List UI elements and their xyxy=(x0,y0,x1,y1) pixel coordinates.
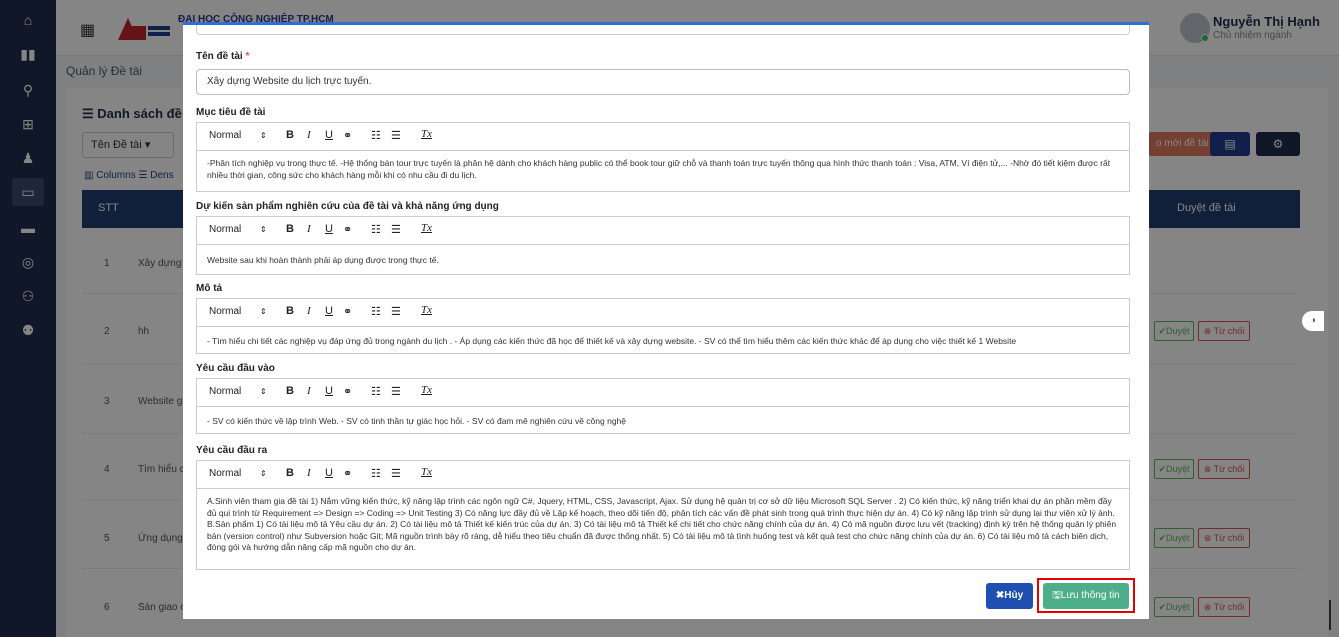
italic-button[interactable]: I xyxy=(307,385,311,397)
cancel-button[interactable]: ✖Hủy xyxy=(986,583,1033,609)
bullet-list-icon[interactable]: ☰ xyxy=(391,467,401,480)
link-icon[interactable]: ⚭ xyxy=(343,467,352,480)
bold-button[interactable]: B xyxy=(286,467,294,479)
bold-button[interactable]: B xyxy=(286,223,294,235)
clear-format-button[interactable]: Tx xyxy=(421,466,432,478)
ordered-list-icon[interactable]: ☷ xyxy=(371,129,381,142)
output-requirement-editor[interactable]: Normal ⇕ B I U ⚭ ☷ ☰ Tx A.Sinh viên tham… xyxy=(196,460,1130,570)
underline-button[interactable]: U xyxy=(325,129,333,141)
italic-button[interactable]: I xyxy=(307,467,311,479)
ordered-list-icon[interactable]: ☷ xyxy=(371,385,381,398)
field-label: Yêu cầu đầu vào xyxy=(196,363,275,374)
close-icon: ✖ xyxy=(995,590,1005,601)
scrollbar-edge xyxy=(1329,600,1331,630)
link-icon[interactable]: ⚭ xyxy=(343,385,352,398)
editor-content[interactable]: - Tìm hiểu chi tiết các nghiệp vụ đáp ứn… xyxy=(197,327,1129,353)
ordered-list-icon[interactable]: ☷ xyxy=(371,305,381,318)
underline-button[interactable]: U xyxy=(325,385,333,397)
format-select[interactable]: Normal xyxy=(209,386,241,397)
editor-toolbar: Normal ⇕ B I U ⚭ ☷ ☰ Tx xyxy=(197,379,1129,407)
format-select-arrow-icon[interactable]: ⇕ xyxy=(260,307,267,316)
bold-button[interactable]: B xyxy=(286,305,294,317)
format-select-arrow-icon[interactable]: ⇕ xyxy=(260,131,267,140)
edit-topic-modal: Tên đề tài * Xây dựng Website du lịch tr… xyxy=(183,22,1149,619)
clear-format-button[interactable]: Tx xyxy=(421,128,432,140)
save-icon: 🖫 xyxy=(1052,590,1061,601)
link-icon[interactable]: ⚭ xyxy=(343,223,352,236)
save-button[interactable]: 🖫Lưu thông tin xyxy=(1043,583,1129,609)
description-editor[interactable]: Normal ⇕ B I U ⚭ ☷ ☰ Tx - Tìm hiểu chi t… xyxy=(196,298,1130,354)
clear-format-button[interactable]: Tx xyxy=(421,384,432,396)
bold-button[interactable]: B xyxy=(286,129,294,141)
format-select-arrow-icon[interactable]: ⇕ xyxy=(260,387,267,396)
editor-toolbar: Normal ⇕ B I U ⚭ ☷ ☰ Tx xyxy=(197,299,1129,327)
format-select[interactable]: Normal xyxy=(209,468,241,479)
italic-button[interactable]: I xyxy=(307,223,311,235)
topic-title-label: Tên đề tài * xyxy=(196,51,249,62)
clear-format-button[interactable]: Tx xyxy=(421,304,432,316)
italic-button[interactable]: I xyxy=(307,129,311,141)
format-select[interactable]: Normal xyxy=(209,130,241,141)
ordered-list-icon[interactable]: ☷ xyxy=(371,223,381,236)
topic-title-label-text: Tên đề tài xyxy=(196,51,243,62)
bold-button[interactable]: B xyxy=(286,385,294,397)
field-label: Mục tiêu đề tài xyxy=(196,107,266,118)
field-label: Dự kiến sản phẩm nghiên cứu của đề tài v… xyxy=(196,201,499,212)
format-select-arrow-icon[interactable]: ⇕ xyxy=(260,225,267,234)
previous-field-input[interactable] xyxy=(196,25,1130,35)
accessibility-widget-icon[interactable]: ◑ xyxy=(1302,311,1324,331)
editor-content[interactable]: A.Sinh viên tham gia đề tài 1) Nắm vững … xyxy=(197,489,1129,560)
save-label: Lưu thông tin xyxy=(1060,590,1120,601)
underline-button[interactable]: U xyxy=(325,223,333,235)
underline-button[interactable]: U xyxy=(325,305,333,317)
bullet-list-icon[interactable]: ☰ xyxy=(391,385,401,398)
italic-button[interactable]: I xyxy=(307,305,311,317)
editor-content[interactable]: - SV có kiến thức về lập trình Web. - SV… xyxy=(197,407,1129,433)
field-label: Mô tả xyxy=(196,283,223,294)
underline-button[interactable]: U xyxy=(325,467,333,479)
format-select[interactable]: Normal xyxy=(209,224,241,235)
editor-toolbar: Normal ⇕ B I U ⚭ ☷ ☰ Tx xyxy=(197,217,1129,245)
field-label: Yêu cầu đầu ra xyxy=(196,445,268,456)
clear-format-button[interactable]: Tx xyxy=(421,222,432,234)
required-marker: * xyxy=(245,51,250,62)
cancel-label: Hủy xyxy=(1004,590,1024,601)
expected-product-editor[interactable]: Normal ⇕ B I U ⚭ ☷ ☰ Tx Website sau khi … xyxy=(196,216,1130,275)
link-icon[interactable]: ⚭ xyxy=(343,305,352,318)
editor-toolbar: Normal ⇕ B I U ⚭ ☷ ☰ Tx xyxy=(197,461,1129,489)
editor-content[interactable]: Website sau khi hoàn thành phải áp dụng … xyxy=(197,245,1129,272)
link-icon[interactable]: ⚭ xyxy=(343,129,352,142)
bullet-list-icon[interactable]: ☰ xyxy=(391,305,401,318)
ordered-list-icon[interactable]: ☷ xyxy=(371,467,381,480)
bullet-list-icon[interactable]: ☰ xyxy=(391,129,401,142)
objective-editor[interactable]: Normal ⇕ B I U ⚭ ☷ ☰ Tx -Phân tích nghiệ… xyxy=(196,122,1130,192)
format-select-arrow-icon[interactable]: ⇕ xyxy=(260,469,267,478)
editor-content[interactable]: -Phân tích nghiệp vụ trong thực tế. -Hệ … xyxy=(197,151,1129,187)
editor-toolbar: Normal ⇕ B I U ⚭ ☷ ☰ Tx xyxy=(197,123,1129,151)
topic-title-input[interactable]: Xây dựng Website du lịch trực tuyến. xyxy=(196,69,1130,95)
format-select[interactable]: Normal xyxy=(209,306,241,317)
input-requirement-editor[interactable]: Normal ⇕ B I U ⚭ ☷ ☰ Tx - SV có kiến thứ… xyxy=(196,378,1130,434)
bullet-list-icon[interactable]: ☰ xyxy=(391,223,401,236)
